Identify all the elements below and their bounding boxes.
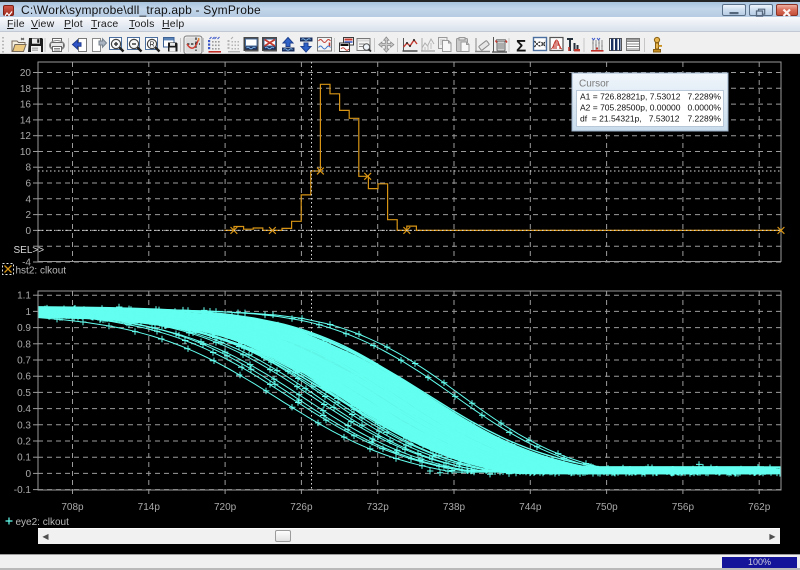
svg-text:708p: 708p xyxy=(61,502,84,513)
svg-text:0: 0 xyxy=(25,469,31,480)
svg-text:738p: 738p xyxy=(443,502,466,513)
svg-text:750p: 750p xyxy=(595,502,618,513)
svg-text:714p: 714p xyxy=(138,502,161,513)
svg-text:0.5: 0.5 xyxy=(17,388,31,399)
svg-text:762p: 762p xyxy=(748,502,771,513)
svg-text:720p: 720p xyxy=(214,502,237,513)
svg-text:756p: 756p xyxy=(672,502,695,513)
svg-text:0.4: 0.4 xyxy=(17,404,31,415)
svg-text:7.2289%: 7.2289% xyxy=(687,114,721,124)
svg-text:0: 0 xyxy=(25,226,31,237)
svg-text:7.2289%: 7.2289% xyxy=(687,92,721,102)
svg-text:10: 10 xyxy=(20,147,32,158)
svg-text:df = 21.54321p, 7.53012: df = 21.54321p, 7.53012 xyxy=(580,114,680,124)
svg-text:726p: 726p xyxy=(290,502,313,513)
svg-text:1.1: 1.1 xyxy=(17,291,31,302)
svg-text:hst2: clkout: hst2: clkout xyxy=(16,266,67,277)
svg-text:eye2: clkout: eye2: clkout xyxy=(16,517,70,528)
svg-text:0.3: 0.3 xyxy=(17,420,31,431)
svg-text:Σ: Σ xyxy=(516,37,526,55)
svg-text:0.2: 0.2 xyxy=(17,437,31,448)
svg-text:0.9: 0.9 xyxy=(17,323,31,334)
svg-text:20: 20 xyxy=(20,68,32,79)
svg-text:732p: 732p xyxy=(367,502,390,513)
svg-text:Cursor: Cursor xyxy=(579,79,610,90)
svg-text:A1 = 726.82821p, 7.53012: A1 = 726.82821p, 7.53012 xyxy=(580,92,681,102)
svg-text:0.7: 0.7 xyxy=(17,356,31,367)
svg-text:R: R xyxy=(149,42,154,49)
svg-text:0.1: 0.1 xyxy=(17,453,31,464)
svg-text:744p: 744p xyxy=(519,502,542,513)
svg-text:0.0000%: 0.0000% xyxy=(687,103,721,113)
svg-text:18: 18 xyxy=(20,84,32,95)
svg-text:2: 2 xyxy=(25,210,31,221)
svg-text:-0.1: -0.1 xyxy=(14,485,32,496)
svg-text:SEL>>: SEL>> xyxy=(14,245,45,256)
svg-text:1: 1 xyxy=(25,307,31,318)
svg-text:4: 4 xyxy=(25,194,31,205)
svg-text:8: 8 xyxy=(25,163,31,174)
svg-text:12: 12 xyxy=(20,131,32,142)
svg-text:14: 14 xyxy=(20,115,32,126)
svg-text:0.6: 0.6 xyxy=(17,372,31,383)
svg-text:16: 16 xyxy=(20,100,32,111)
svg-text:A2 = 705.28500p, 0.00000: A2 = 705.28500p, 0.00000 xyxy=(580,103,681,113)
svg-text:0.8: 0.8 xyxy=(17,339,31,350)
svg-text:6: 6 xyxy=(25,179,31,190)
